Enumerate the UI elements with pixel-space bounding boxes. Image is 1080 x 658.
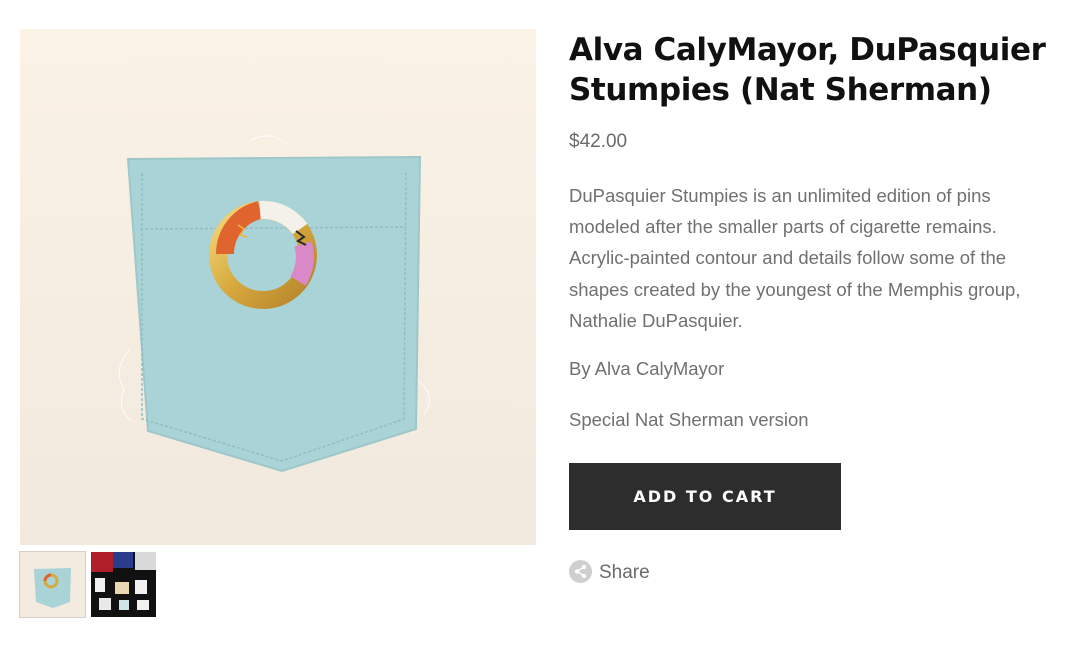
product-version-note: Special Nat Sherman version	[569, 409, 809, 430]
thumbnail-pocket[interactable]	[19, 551, 86, 618]
product-main-image	[20, 29, 536, 545]
product-description: DuPasquier Stumpies is an unlimited edit…	[569, 185, 1021, 331]
product-title: Alva CalyMayor, DuPasquier Stumpies (Nat…	[569, 32, 1046, 108]
product-byline: By Alva CalyMayor	[569, 358, 725, 379]
thumbnail-pocket-image	[20, 552, 85, 617]
share-link[interactable]: Share	[569, 558, 650, 584]
product-info: Alva CalyMayor, DuPasquier Stumpies (Nat…	[569, 30, 1069, 110]
share-icon	[569, 559, 592, 583]
thumbnail-pins-set-image	[91, 552, 156, 617]
share-label: Share	[599, 562, 650, 583]
pocket-pin-photo	[20, 29, 536, 545]
product-price: $42.00	[569, 131, 628, 152]
thumbnail-strip	[19, 551, 156, 618]
thumbnail-pins-set[interactable]	[91, 552, 156, 617]
add-to-cart-button[interactable]: ADD TO CART	[569, 463, 841, 530]
